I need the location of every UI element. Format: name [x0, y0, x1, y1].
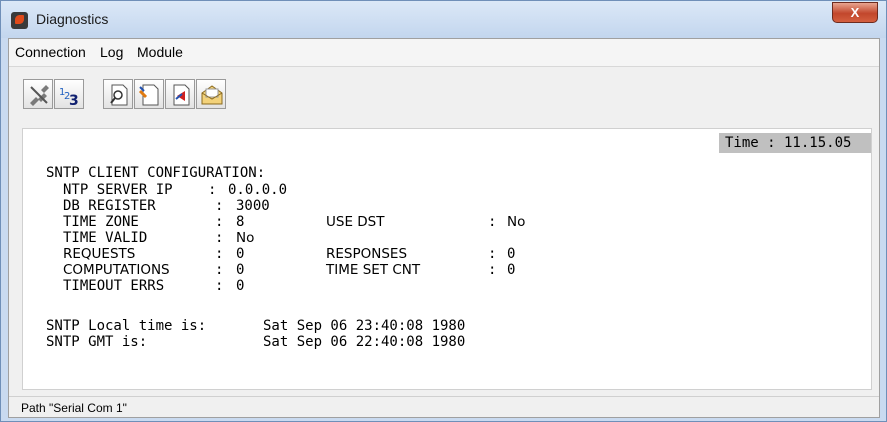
- serial-icon: 1 2 3: [59, 87, 79, 107]
- toolbar: 1 2 3: [9, 68, 879, 118]
- local-time-label: SNTP Local time is:: [46, 318, 207, 334]
- svg-text:3: 3: [69, 93, 79, 107]
- field-label: TIMEOUT ERRS: [63, 278, 165, 294]
- menu-bar: Connection Log Module: [9, 39, 879, 67]
- field-value: 0: [236, 278, 245, 294]
- time-readout: Time : 11.15.05: [719, 133, 871, 153]
- title-bar[interactable]: Diagnostics X: [1, 1, 886, 38]
- disconnect-button[interactable]: [23, 79, 53, 109]
- config-heading: SNTP CLIENT CONFIGURATION:: [46, 165, 266, 181]
- field-value: No: [236, 230, 255, 246]
- field-value: 0: [236, 262, 245, 278]
- field-value: 0: [507, 246, 516, 262]
- field-label: RESPONSES: [326, 246, 408, 262]
- field-value: 0.0.0.0: [228, 182, 288, 198]
- field-value: 8: [236, 214, 245, 230]
- diagnostics-console[interactable]: Time : 11.15.05 SNTP CLIENT CONFIGURATIO…: [22, 128, 872, 390]
- open-envelope-icon: [201, 85, 223, 105]
- field-label: TIME VALID: [63, 230, 148, 246]
- gmt-value: Sat Sep 06 22:40:08 1980: [263, 334, 466, 350]
- send-document-icon: [173, 84, 190, 106]
- close-button[interactable]: X: [832, 2, 878, 23]
- mail-button[interactable]: [196, 79, 226, 109]
- serial-button[interactable]: 1 2 3: [54, 79, 84, 109]
- field-value: No: [507, 214, 526, 230]
- field-value: 0: [507, 262, 516, 278]
- status-bar: Path "Serial Com 1": [9, 396, 879, 417]
- diagnostics-window: Diagnostics X Connection Log Module 1 2 …: [0, 0, 887, 422]
- gmt-label: SNTP GMT is:: [46, 334, 148, 350]
- field-label: REQUESTS: [63, 246, 136, 262]
- connection-path: Path "Serial Com 1": [21, 401, 127, 415]
- field-label: TIME SET CNT: [326, 262, 421, 278]
- edit-button[interactable]: [134, 79, 164, 109]
- window-title: Diagnostics: [36, 11, 109, 27]
- client-area: Connection Log Module 1 2 3 Time: 11.15…: [8, 38, 880, 418]
- menu-connection[interactable]: Connection: [15, 44, 86, 60]
- edit-document-icon: [138, 84, 159, 106]
- local-time-value: Sat Sep 06 23:40:08 1980: [263, 318, 466, 334]
- menu-module[interactable]: Module: [137, 44, 183, 60]
- send-button[interactable]: [165, 79, 195, 109]
- menu-log[interactable]: Log: [100, 44, 123, 60]
- app-icon: [11, 12, 28, 29]
- field-label: USE DST: [326, 214, 385, 230]
- search-document-icon: [110, 84, 128, 106]
- field-value: 0: [236, 246, 245, 262]
- find-button[interactable]: [103, 79, 133, 109]
- field-label: TIME ZONE: [63, 214, 139, 230]
- field-label: NTP SERVER IP: [63, 182, 173, 198]
- field-label: COMPUTATIONS: [63, 262, 170, 278]
- disconnect-icon: [30, 85, 49, 106]
- field-value: 3000: [236, 198, 270, 214]
- field-label: DB REGISTER: [63, 198, 156, 214]
